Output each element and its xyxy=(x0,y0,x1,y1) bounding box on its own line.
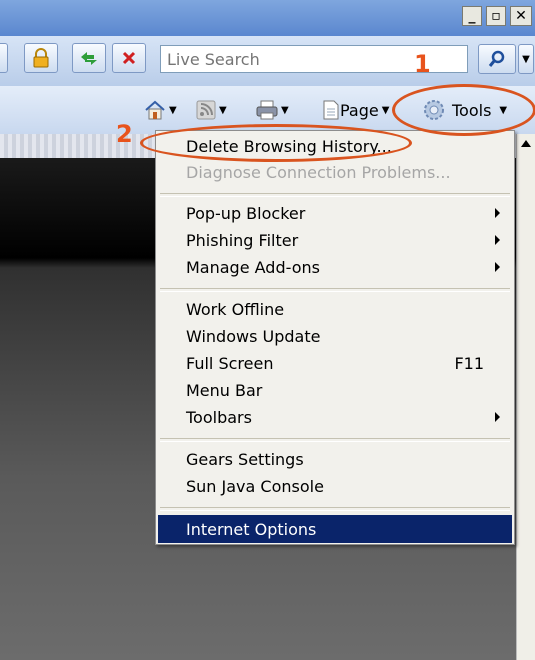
menu-separator xyxy=(160,288,510,292)
submenu-arrow-icon xyxy=(495,262,500,272)
shortcut-label: F11 xyxy=(454,353,484,373)
menu-item-label: Full Screen xyxy=(186,353,274,373)
scroll-up-arrow-icon[interactable] xyxy=(521,140,531,147)
refresh-button[interactable] xyxy=(72,43,106,73)
navigation-bar: ▼ xyxy=(0,36,535,87)
menu-item-label: Phishing Filter xyxy=(186,230,299,250)
menu-item-label: Sun Java Console xyxy=(186,476,324,496)
menu-item-label: Pop-up Blocker xyxy=(186,203,306,223)
annotation-number-1: 1 xyxy=(414,50,431,78)
address-bar-edge[interactable] xyxy=(0,43,8,73)
submenu-arrow-icon xyxy=(495,208,500,218)
refresh-icon xyxy=(81,52,97,65)
menu-item-gears-settings[interactable]: Gears Settings xyxy=(158,446,512,472)
minimize-button[interactable]: _ xyxy=(462,6,482,26)
feeds-button[interactable]: ▼ xyxy=(196,96,227,124)
feeds-icon xyxy=(196,100,216,120)
page-dropdown-arrow[interactable]: ▼ xyxy=(382,105,390,116)
security-lock-button[interactable] xyxy=(24,43,58,73)
menu-item-label: Windows Update xyxy=(186,326,321,346)
stop-button[interactable] xyxy=(112,43,146,73)
menu-item-label: Gears Settings xyxy=(186,449,304,469)
home-icon xyxy=(145,100,165,120)
menu-item-work-offline[interactable]: Work Offline xyxy=(158,296,512,322)
annotation-ring-delete-history xyxy=(140,124,412,162)
menu-item-label: Work Offline xyxy=(186,299,285,319)
search-button[interactable] xyxy=(478,44,516,74)
menu-separator xyxy=(160,507,510,511)
menu-item-diagnose-connection: Diagnose Connection Problems... xyxy=(158,159,512,185)
title-bar: _ ▫ ✕ xyxy=(0,0,535,36)
page-menu-button[interactable]: Page ▼ xyxy=(322,96,389,124)
vertical-scrollbar[interactable] xyxy=(516,134,535,660)
menu-item-internet-options[interactable]: Internet Options xyxy=(158,515,512,543)
restore-button[interactable]: ▫ xyxy=(486,6,506,26)
search-options-dropdown[interactable]: ▼ xyxy=(518,44,534,74)
lock-icon xyxy=(33,48,49,68)
print-dropdown-arrow[interactable]: ▼ xyxy=(281,105,289,116)
menu-item-label: Internet Options xyxy=(186,519,317,539)
page-icon xyxy=(323,100,339,120)
menu-item-popup-blocker[interactable]: Pop-up Blocker xyxy=(158,200,512,226)
menu-item-sun-java-console[interactable]: Sun Java Console xyxy=(158,473,512,499)
stop-icon xyxy=(122,51,136,65)
menu-item-full-screen[interactable]: Full Screen F11 xyxy=(158,350,512,376)
feeds-dropdown-arrow[interactable]: ▼ xyxy=(219,105,227,116)
home-button[interactable]: ▼ xyxy=(144,96,177,124)
tools-menu: Delete Browsing History... Diagnose Conn… xyxy=(155,130,515,545)
menu-item-menu-bar[interactable]: Menu Bar xyxy=(158,377,512,403)
menu-item-windows-update[interactable]: Windows Update xyxy=(158,323,512,349)
menu-item-label: Manage Add-ons xyxy=(186,257,320,277)
menu-separator xyxy=(160,438,510,442)
menu-item-label: Toolbars xyxy=(186,407,252,427)
submenu-arrow-icon xyxy=(495,235,500,245)
menu-separator xyxy=(160,193,510,197)
print-button[interactable]: ▼ xyxy=(256,96,289,124)
menu-item-manage-add-ons[interactable]: Manage Add-ons xyxy=(158,254,512,280)
close-button[interactable]: ✕ xyxy=(510,6,532,26)
menu-item-phishing-filter[interactable]: Phishing Filter xyxy=(158,227,512,253)
search-icon xyxy=(488,50,505,67)
page-menu-label: Page xyxy=(340,100,379,120)
menu-item-label: Diagnose Connection Problems... xyxy=(186,162,451,182)
submenu-arrow-icon xyxy=(495,412,500,422)
menu-item-label: Menu Bar xyxy=(186,380,263,400)
print-icon xyxy=(256,100,278,120)
annotation-ring-tools xyxy=(392,84,535,136)
home-dropdown-arrow[interactable]: ▼ xyxy=(169,105,177,116)
menu-item-toolbars[interactable]: Toolbars xyxy=(158,404,512,430)
annotation-number-2: 2 xyxy=(116,120,133,148)
